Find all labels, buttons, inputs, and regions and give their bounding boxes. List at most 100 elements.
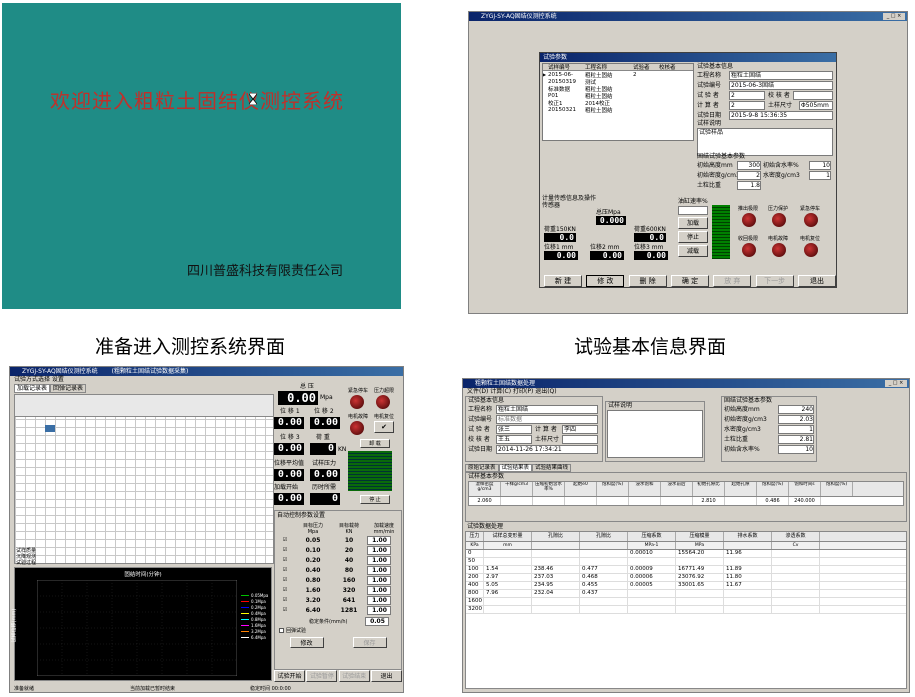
load-add-button[interactable]: 加载 [678, 217, 708, 229]
stable-field[interactable]: 0.05 [365, 617, 389, 626]
end-test-button[interactable]: 试验结束 [338, 670, 370, 682]
step-check-icon[interactable]: ☑ [275, 547, 295, 553]
desc-field[interactable]: 试验样品 [697, 128, 833, 156]
tab-rebound[interactable]: 回弹记录表 [50, 384, 87, 393]
stop-button[interactable]: 停 止 [360, 495, 390, 504]
motor-reset-button[interactable]: ✔ [374, 421, 394, 433]
step-check-icon[interactable]: ☑ [275, 597, 295, 603]
tab-load[interactable]: 加载记录表 [14, 384, 51, 393]
emergency-stop-icon[interactable] [350, 395, 364, 409]
window-controls[interactable]: _ □ × [885, 380, 907, 387]
step-speed-field[interactable]: 1.00 [367, 575, 391, 585]
step-speed-field[interactable]: 1.00 [367, 535, 391, 545]
action-buttons: 试验开始 试验暂停 试验结束 退出 [274, 670, 402, 682]
step-speed-field[interactable]: 1.00 [367, 595, 391, 605]
param-field[interactable]: 10 [778, 445, 814, 454]
table-cell [532, 598, 580, 605]
param-field[interactable]: 1 [778, 425, 814, 434]
modify-button[interactable]: 修 改 [586, 275, 625, 287]
legend-label: 1.6Mpa [251, 622, 266, 628]
date-field[interactable]: 2014-11-26 17:34:21 [496, 445, 598, 454]
tab-result[interactable]: 试验结果表 [498, 464, 533, 472]
menu-bar[interactable]: 试验方式选择 设置 [10, 376, 403, 384]
list-item[interactable]: P01 粗粒土固结 [543, 92, 693, 100]
res-cell [629, 497, 661, 505]
step-speed-field[interactable]: 1.00 [367, 585, 391, 595]
list-item[interactable]: 标准数据 粗粒土固结 [543, 85, 693, 93]
param-group: 固结试验基本参数 初始高度mm 240 初始密度g/cm3 2.03 水密度g/cm3 1… [721, 396, 817, 462]
delete-button[interactable]: 删 除 [628, 275, 667, 287]
density-label: 初始密度g/cm3 [697, 172, 740, 179]
record-table[interactable] [14, 394, 274, 564]
list-cell: P01 [548, 92, 559, 99]
list-item[interactable]: ▶ 2015-06- 粗粒土固结 2 [543, 71, 693, 79]
step-speed-field[interactable]: 1.00 [367, 545, 391, 555]
proc-table[interactable]: 压力 试样总变形量 孔隙比 孔隙比 压缩系数 压缩模量 排水系数 渗透系数 KPa mm MPa-1… [465, 531, 907, 689]
step-check-icon[interactable]: ☑ [275, 607, 295, 613]
exit-button[interactable]: 退出 [370, 670, 402, 682]
date-field[interactable]: 2015-9-8 15:36:35 [729, 111, 833, 120]
step-speed-field[interactable]: 1.00 [367, 605, 391, 615]
confirm-button[interactable]: 确 定 [670, 275, 709, 287]
param-field[interactable]: 2.03 [778, 415, 814, 424]
param-field[interactable]: 2.81 [778, 435, 814, 444]
step-check-icon[interactable]: ☑ [275, 557, 295, 563]
param-field[interactable]: 240 [778, 405, 814, 414]
avg-label: 位移平均值 [274, 460, 305, 467]
sample-field[interactable]: 2015-06-3固结 [729, 81, 833, 90]
emergency-stop-icon[interactable] [804, 213, 818, 227]
step-speed-field[interactable]: 1.00 [367, 565, 391, 575]
step-check-icon[interactable]: ☑ [275, 567, 295, 573]
step-check-icon[interactable]: ☑ [275, 537, 295, 543]
pause-test-button[interactable]: 试验暂停 [306, 670, 338, 682]
tester-field[interactable]: 张三 [496, 425, 532, 434]
step-check-icon[interactable]: ☑ [275, 577, 295, 583]
legend-label: 0.05Mpa [251, 592, 269, 598]
legend-swatch [241, 612, 249, 614]
new-button[interactable]: 新 建 [544, 275, 582, 287]
checker-field[interactable] [793, 91, 833, 100]
modify-button[interactable]: 修改 [289, 637, 324, 648]
next-button[interactable]: 下一步 [755, 275, 794, 287]
motor-reset-icon[interactable] [804, 243, 818, 257]
discard-button[interactable]: 放 弃 [713, 275, 752, 287]
table-cell: 11.89 [724, 566, 772, 573]
start-test-button[interactable]: 试验开始 [274, 670, 305, 682]
rate-field[interactable] [678, 206, 708, 215]
density-field[interactable]: 2 [737, 171, 761, 180]
desc-field[interactable] [607, 410, 703, 458]
table-cell: 0.00005 [628, 582, 676, 589]
list-item[interactable]: 20150321 粗粒土固结 [543, 106, 693, 114]
checker-field[interactable]: 王五 [496, 435, 532, 444]
save-button[interactable]: 保存 [352, 637, 387, 648]
size-select[interactable]: Φ505mm [799, 101, 833, 110]
project-field[interactable]: 粗粒土固结 [496, 405, 598, 414]
list-item[interactable]: 校正1 2014校正 [543, 99, 693, 107]
calc-field[interactable]: 李四 [562, 425, 598, 434]
tab-curve[interactable]: 试验结果曲线 [532, 464, 572, 472]
step-speed-field[interactable]: 1.00 [367, 555, 391, 565]
calc-field[interactable]: 2 [729, 101, 765, 110]
menu-bar[interactable]: 文件(D) 计算(C) 打印(P) 退出(Q) [463, 388, 909, 396]
tab-raw[interactable]: 原始记录表 [465, 464, 499, 472]
exit-button[interactable]: 退出 [797, 275, 836, 287]
size-field[interactable] [562, 435, 598, 444]
step-check-icon[interactable]: ☑ [275, 587, 295, 593]
ratio-field[interactable]: 1.8 [737, 181, 761, 190]
tester-field[interactable]: 2 [729, 91, 765, 100]
project-field[interactable]: 粗粒土固结 [729, 71, 833, 80]
load-sub-button[interactable]: 减载 [678, 245, 708, 257]
legend-label: 3.2Mpa [251, 628, 266, 634]
load-stop-button[interactable]: 停止 [678, 231, 708, 243]
step-load: 80 [344, 566, 354, 574]
height-field[interactable]: 300 [737, 161, 761, 170]
unload-button[interactable]: 卸 载 [360, 439, 390, 448]
wdensity-field[interactable]: 1 [809, 171, 831, 180]
table-cell [484, 550, 532, 557]
moist-field[interactable]: 10 [809, 161, 831, 170]
window-controls[interactable]: _ □ × [883, 13, 905, 20]
sample-field[interactable]: 标准数据 [496, 415, 598, 424]
list-item[interactable]: 20150319 测试 [543, 78, 693, 86]
sample-list[interactable]: 试样编号 工程名称 试验者 校核者 ▶ 2015-06- 粗粒土固结 2 2015031… [542, 63, 694, 141]
rebound-checkbox[interactable] [279, 628, 284, 633]
